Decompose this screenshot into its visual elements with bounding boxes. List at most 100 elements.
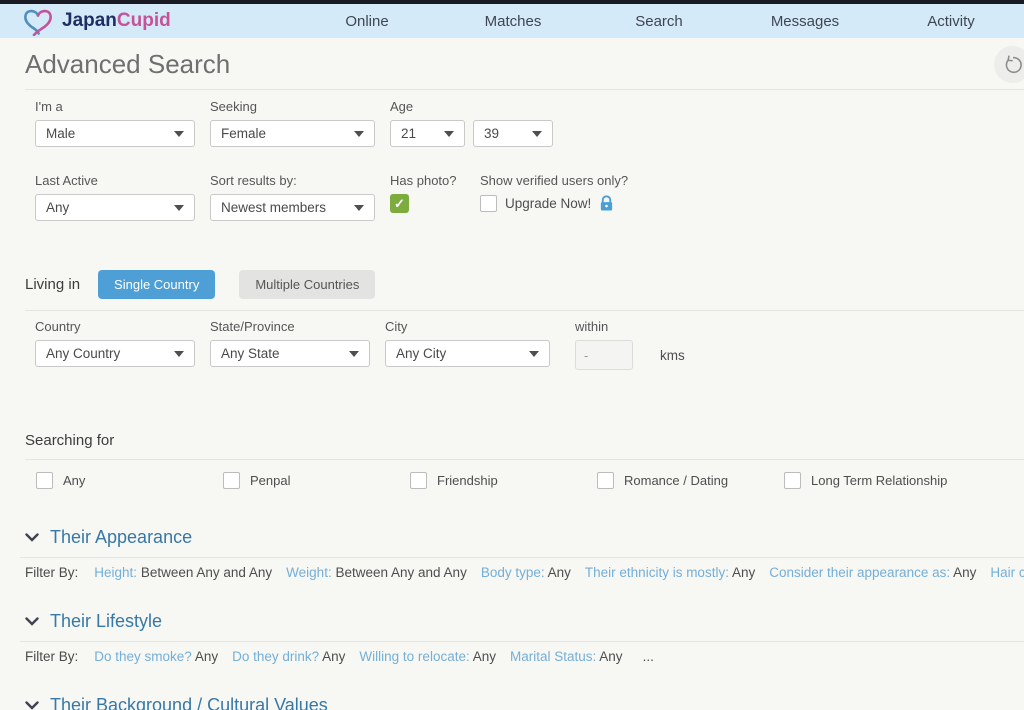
age-max-value: 39 (484, 126, 499, 141)
age-max-select[interactable]: 39 (473, 120, 553, 147)
page-title: Advanced Search (25, 49, 230, 80)
filter-hair-color[interactable]: Hair color: Any (990, 565, 1024, 580)
state-value: Any State (221, 346, 280, 361)
filter-smoke[interactable]: Do they smoke? Any (94, 649, 218, 664)
has-photo-checkbox[interactable]: ✓ (390, 194, 409, 213)
any-checkbox[interactable] (36, 472, 53, 489)
has-photo-field: Has photo? ✓ (390, 173, 480, 221)
country-select[interactable]: Any Country (35, 340, 195, 367)
brand-logo[interactable]: JapanCupid (22, 7, 171, 36)
option-friendship: Friendship (410, 472, 597, 489)
appearance-filter-line: Filter By: Height: Between Any and Any W… (25, 565, 1024, 580)
filter-by-label: Filter By: (25, 649, 78, 664)
section-their-appearance[interactable]: Their Appearance (25, 527, 1024, 548)
verified-checkbox[interactable] (480, 195, 497, 212)
heart-logo-icon (22, 7, 54, 36)
romance-dating-checkbox[interactable] (597, 472, 614, 489)
kms-unit-label: kms (660, 348, 685, 363)
sort-field: Sort results by: Newest members (210, 173, 375, 221)
country-value: Any Country (46, 346, 120, 361)
penpal-checkbox[interactable] (223, 472, 240, 489)
city-value: Any City (396, 346, 446, 361)
chevron-down-icon (25, 617, 39, 626)
within-label: within (575, 319, 633, 334)
reset-search-button[interactable] (994, 46, 1024, 83)
sort-value: Newest members (221, 200, 326, 215)
upgrade-now-link[interactable]: Upgrade Now! (505, 196, 591, 211)
last-active-label: Last Active (35, 173, 195, 188)
age-min-select[interactable]: 21 (390, 120, 465, 147)
im-a-select[interactable]: Male (35, 120, 195, 147)
caret-down-icon (354, 131, 364, 137)
any-label: Any (63, 473, 85, 488)
verified-field: Show verified users only? Upgrade Now! (480, 173, 628, 221)
single-country-button[interactable]: Single Country (98, 270, 215, 299)
nav-item-activity[interactable]: Activity (878, 13, 1024, 30)
searching-for-options: Any Penpal Friendship Romance / Dating L… (36, 472, 1024, 489)
caret-down-icon (444, 131, 454, 137)
caret-down-icon (354, 205, 364, 211)
filter-marital-status[interactable]: Marital Status: Any (510, 649, 623, 664)
within-input[interactable] (575, 340, 633, 370)
long-term-relationship-checkbox[interactable] (784, 472, 801, 489)
state-select[interactable]: Any State (210, 340, 370, 367)
reset-icon (1002, 54, 1024, 76)
nav-menu: Online Matches Search Messages Activity (171, 13, 1024, 30)
verified-label: Show verified users only? (480, 173, 628, 188)
caret-down-icon (174, 131, 184, 137)
seeking-select[interactable]: Female (210, 120, 375, 147)
nav-item-search[interactable]: Search (586, 13, 732, 30)
caret-down-icon (532, 131, 542, 137)
location-row: Country Any Country State/Province Any S… (35, 319, 1024, 370)
sort-label: Sort results by: (210, 173, 375, 188)
city-select[interactable]: Any City (385, 340, 550, 367)
caret-down-icon (174, 205, 184, 211)
nav-item-online[interactable]: Online (294, 13, 440, 30)
section-their-lifestyle[interactable]: Their Lifestyle (25, 611, 1024, 632)
brand-name-japan: Japan (62, 10, 117, 32)
living-in-label: Living in (25, 276, 80, 293)
city-field: City Any City (385, 319, 550, 370)
nav-item-messages[interactable]: Messages (732, 13, 878, 30)
caret-down-icon (349, 351, 359, 357)
filter-appearance-as[interactable]: Consider their appearance as: Any (769, 565, 976, 580)
friendship-label: Friendship (437, 473, 498, 488)
searching-for-divider (25, 459, 1024, 460)
option-long-term-relationship: Long Term Relationship (784, 472, 971, 489)
nav-item-matches[interactable]: Matches (440, 13, 586, 30)
filter-ethnicity[interactable]: Their ethnicity is mostly: Any (585, 565, 755, 580)
friendship-checkbox[interactable] (410, 472, 427, 489)
state-label: State/Province (210, 319, 370, 334)
section-title: Their Lifestyle (50, 611, 162, 632)
chevron-down-icon (25, 533, 39, 542)
last-active-value: Any (46, 200, 69, 215)
section-their-background[interactable]: Their Background / Cultural Values (25, 695, 1024, 710)
within-field: within (575, 319, 633, 370)
filter-height[interactable]: Height: Between Any and Any (94, 565, 272, 580)
basic-row-1: I'm a Male Seeking Female Age 21 39 (35, 99, 1024, 147)
seeking-label: Seeking (210, 99, 375, 114)
lifestyle-filter-line: Filter By: Do they smoke? Any Do they dr… (25, 649, 1024, 664)
last-active-select[interactable]: Any (35, 194, 195, 221)
filter-body-type[interactable]: Body type: Any (481, 565, 571, 580)
section-title: Their Appearance (50, 527, 192, 548)
has-photo-label: Has photo? (390, 173, 480, 188)
country-field: Country Any Country (35, 319, 195, 370)
penpal-label: Penpal (250, 473, 290, 488)
caret-down-icon (529, 351, 539, 357)
multiple-countries-button[interactable]: Multiple Countries (239, 270, 375, 299)
filter-relocate[interactable]: Willing to relocate: Any (359, 649, 496, 664)
im-a-field: I'm a Male (35, 99, 195, 147)
searching-for-label: Searching for (25, 432, 1024, 449)
lock-icon (599, 194, 614, 212)
filter-by-label: Filter By: (25, 565, 78, 580)
sort-select[interactable]: Newest members (210, 194, 375, 221)
filter-weight[interactable]: Weight: Between Any and Any (286, 565, 467, 580)
more-filters-ellipsis[interactable]: ... (643, 649, 654, 664)
section-divider (20, 557, 1024, 558)
option-penpal: Penpal (223, 472, 410, 489)
seeking-value: Female (221, 126, 266, 141)
living-in-row: Living in Single Country Multiple Countr… (25, 270, 1024, 299)
filter-drink[interactable]: Do they drink? Any (232, 649, 345, 664)
section-divider (20, 641, 1024, 642)
